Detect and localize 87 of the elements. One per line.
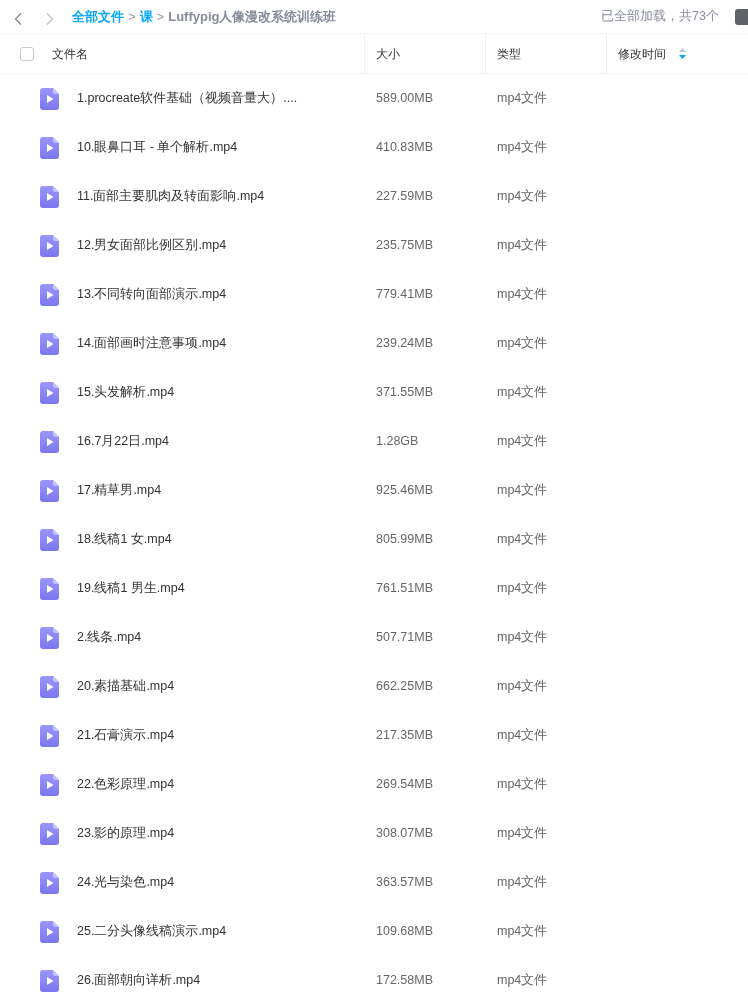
file-type: mp4文件 [497,434,548,449]
file-type: mp4文件 [497,140,548,155]
file-size: 363.57MB [376,875,433,890]
video-file-icon [40,675,59,698]
file-name[interactable]: 23.影的原理.mp4 [77,824,175,843]
file-name[interactable]: 24.光与染色.mp4 [77,873,175,892]
file-size: 371.55MB [376,385,433,400]
video-file-icon [40,430,59,453]
video-file-icon [40,920,59,943]
file-name[interactable]: 10.眼鼻口耳 - 单个解析.mp4 [77,138,238,157]
file-name[interactable]: 20.素描基础.mp4 [77,677,175,696]
file-name[interactable]: 16.7月22日.mp4 [77,432,170,451]
file-type: mp4文件 [497,385,548,400]
file-size: 235.75MB [376,238,433,253]
file-size: 217.35MB [376,728,433,743]
file-type: mp4文件 [497,238,548,253]
column-header[interactable]: 修改时间 [618,44,666,63]
file-size: 779.41MB [376,287,433,302]
file-size: 239.24MB [376,336,433,351]
file-type: mp4文件 [497,826,548,841]
file-type: mp4文件 [497,630,548,645]
select-all-checkbox[interactable] [20,46,34,61]
file-type: mp4文件 [497,777,548,792]
video-file-icon [40,185,59,208]
load-status-text: 已全部加载，共73个 [601,8,719,26]
file-size: 761.51MB [376,581,433,596]
column-header[interactable]: 大小 [376,44,400,63]
video-file-icon [40,724,59,747]
file-size: 227.59MB [376,189,433,204]
file-size: 925.46MB [376,483,433,498]
video-file-icon [40,626,59,649]
file-name[interactable]: 13.不同转向面部演示.mp4 [77,285,227,304]
column-header[interactable]: 类型 [497,44,521,63]
file-name[interactable]: 11.面部主要肌肉及转面影响.mp4 [77,187,265,206]
video-file-icon [40,332,59,355]
file-name[interactable]: 17.精草男.mp4 [77,481,162,500]
breadcrumb-separator: > [128,7,136,26]
video-file-icon [40,381,59,404]
file-name[interactable]: 18.线稿1 女.mp4 [77,530,172,549]
file-type: mp4文件 [497,336,548,351]
breadcrumb-separator: > [156,7,165,26]
file-type: mp4文件 [497,973,548,988]
file-size: 109.68MB [376,924,433,939]
file-name[interactable]: 25.二分头像线稿演示.mp4 [77,922,227,941]
video-file-icon [40,283,59,306]
file-size: 805.99MB [376,532,433,547]
video-file-icon [40,773,59,796]
file-type: mp4文件 [497,532,548,547]
file-type: mp4文件 [497,679,548,694]
file-type: mp4文件 [497,581,548,596]
video-file-icon [40,577,59,600]
file-size: 507.71MB [376,630,433,645]
breadcrumb-current: Luffypig人像漫改系统训练班 [168,7,337,26]
file-size: 662.25MB [376,679,433,694]
video-file-icon [40,871,59,894]
file-size: 1.28GB [376,434,419,449]
file-type: mp4文件 [497,924,548,939]
sort-icon[interactable] [679,48,686,59]
video-file-icon [40,136,59,159]
file-type: mp4文件 [497,728,548,743]
file-name[interactable]: 19.线稿1 男生.mp4 [77,579,185,598]
column-header[interactable]: 文件名 [52,44,88,63]
file-name[interactable]: 22.色彩原理.mp4 [77,775,175,794]
file-type: mp4文件 [497,189,548,204]
video-file-icon [40,234,59,257]
video-file-icon [40,969,59,992]
file-size: 172.58MB [376,973,433,988]
file-size: 410.83MB [376,140,433,155]
video-file-icon [40,479,59,502]
toolbar-button[interactable] [735,8,748,25]
file-type: mp4文件 [497,91,548,106]
file-size: 308.07MB [376,826,433,841]
video-file-icon [40,87,59,110]
file-name[interactable]: 14.面部画时注意事项.mp4 [77,334,227,353]
file-size: 589.00MB [376,91,433,106]
file-type: mp4文件 [497,483,548,498]
file-size: 269.54MB [376,777,433,792]
file-name[interactable]: 1.procreate软件基础（视频音量大）.... [77,89,298,108]
file-type: mp4文件 [497,287,548,302]
file-name[interactable]: 12.男女面部比例区别.mp4 [77,236,227,255]
file-name[interactable]: 26.面部朝向详析.mp4 [77,971,201,990]
video-file-icon [40,822,59,845]
file-name[interactable]: 21.石膏演示.mp4 [77,726,175,745]
file-type: mp4文件 [497,875,548,890]
file-name[interactable]: 15.头发解析.mp4 [77,383,175,402]
file-name[interactable]: 2.线条.mp4 [77,628,142,647]
video-file-icon [40,528,59,551]
